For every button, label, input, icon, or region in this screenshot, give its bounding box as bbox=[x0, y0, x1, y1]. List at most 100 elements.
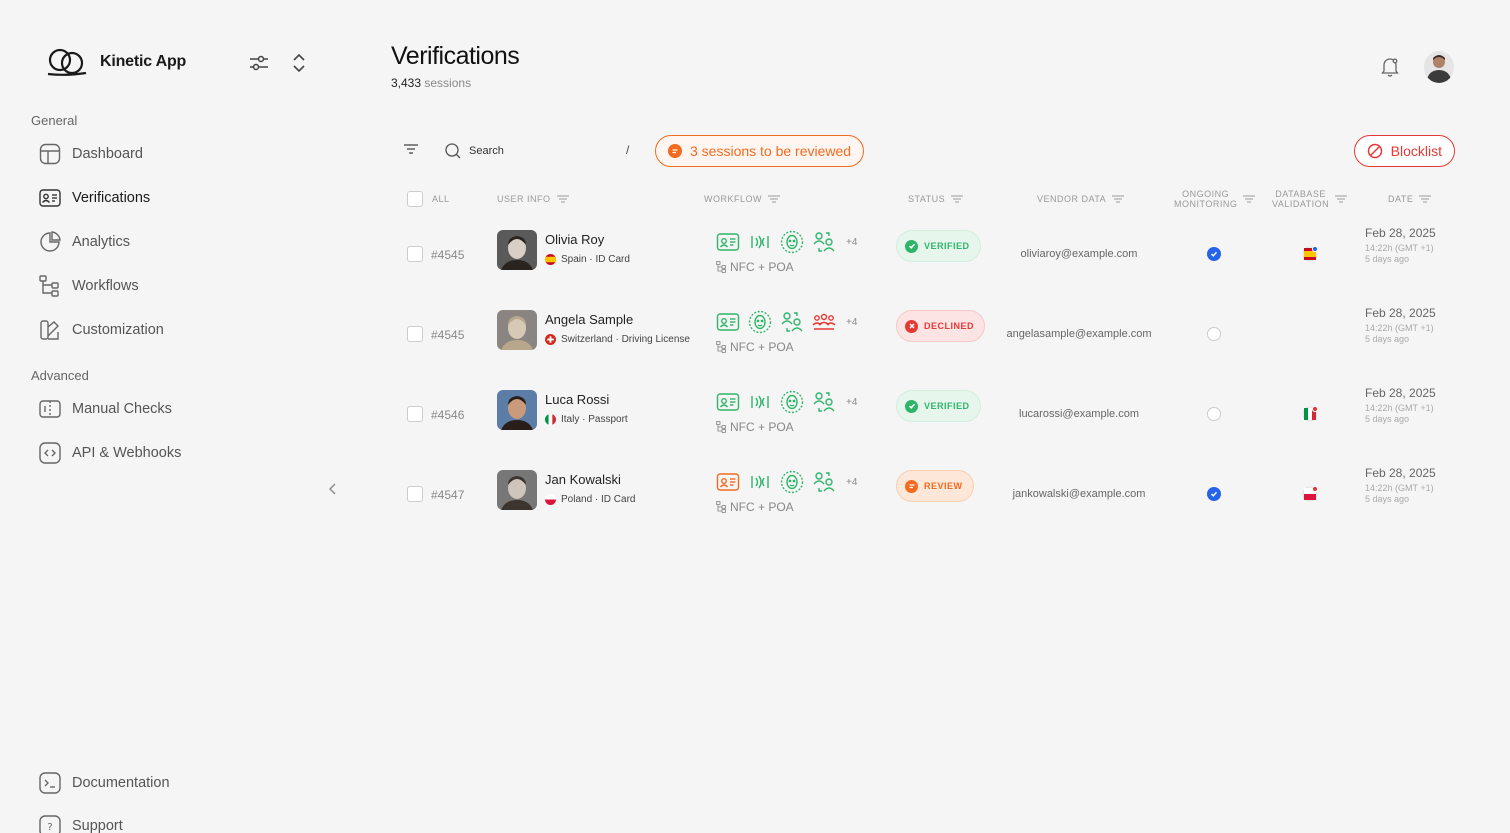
workflow-more-count: +4 bbox=[846, 476, 858, 488]
vendor-data: jankowalski@example.com bbox=[1012, 488, 1146, 500]
workflow-steps[interactable]: +4 bbox=[716, 230, 857, 254]
sidebar-item-label: Workflows bbox=[72, 278, 139, 294]
session-id: #4545 bbox=[431, 328, 465, 342]
palette-icon bbox=[38, 318, 62, 342]
chevron-left-icon bbox=[329, 483, 336, 495]
face-match-icon bbox=[812, 470, 836, 494]
user-name[interactable]: Jan Kowalski bbox=[545, 472, 621, 487]
user-avatar[interactable] bbox=[1424, 51, 1454, 83]
sidebar-item-support[interactable]: ? Support bbox=[38, 813, 123, 833]
workflow-steps[interactable]: +4 bbox=[716, 470, 857, 494]
column-workflow[interactable]: WORKFLOW bbox=[704, 188, 780, 210]
sidebar-item-api-webhooks[interactable]: API & Webhooks bbox=[38, 440, 181, 466]
code-icon bbox=[38, 441, 62, 465]
column-ongoing-monitoring[interactable]: ONGOING MONITORING bbox=[1174, 188, 1256, 210]
user-photo bbox=[497, 310, 537, 350]
column-status-label: STATUS bbox=[908, 194, 946, 204]
session-id: #4545 bbox=[431, 248, 465, 262]
column-database-validation[interactable]: DATABASE VALIDATION bbox=[1272, 188, 1348, 210]
time-value: 14:22h (GMT +1) bbox=[1365, 243, 1434, 253]
search-input[interactable] bbox=[469, 145, 619, 157]
sidebar-item-documentation[interactable]: Documentation bbox=[38, 770, 170, 796]
column-filter-icon bbox=[768, 195, 780, 203]
column-date[interactable]: DATE bbox=[1388, 188, 1432, 210]
column-user-info-label: USER INFO bbox=[497, 194, 551, 204]
monitoring-off-radio[interactable] bbox=[1207, 407, 1221, 421]
table-row[interactable]: #4546 Luca Rossi Italy · Passport +4 NFC… bbox=[407, 375, 1457, 455]
user-document: Poland · ID Card bbox=[545, 494, 635, 505]
workflow-label: NFC + POA bbox=[730, 260, 794, 274]
column-vendor-data-label: VENDOR DATA bbox=[1037, 194, 1107, 204]
document-label: Poland · ID Card bbox=[561, 494, 636, 505]
column-user-info[interactable]: USER INFO bbox=[497, 188, 569, 210]
column-filter-icon bbox=[1419, 195, 1432, 203]
column-filter-icon bbox=[951, 195, 964, 203]
sidebar-item-analytics[interactable]: Analytics bbox=[38, 229, 130, 255]
table-row[interactable]: #4547 Jan Kowalski Poland · ID Card +4 N… bbox=[407, 455, 1457, 535]
x-icon bbox=[905, 319, 918, 333]
collapse-sidebar-button[interactable] bbox=[326, 480, 340, 503]
status-badge[interactable]: DECLINED bbox=[896, 310, 986, 342]
select-all-checkbox[interactable] bbox=[407, 191, 423, 207]
face-match-icon bbox=[812, 390, 836, 414]
pie-chart-icon bbox=[38, 230, 62, 254]
nfc-icon bbox=[748, 230, 772, 254]
monitoring-on-check-icon[interactable] bbox=[1207, 247, 1221, 261]
sidebar: Kinetic App General Dashboard Verificati… bbox=[0, 0, 350, 833]
sidebar-item-manual-checks[interactable]: Manual Checks bbox=[38, 396, 172, 422]
table-row[interactable]: #4545 Olivia Roy Spain · ID Card +4 NFC … bbox=[407, 215, 1457, 295]
notifications-button[interactable] bbox=[1379, 56, 1401, 83]
workflow-steps[interactable]: +4 bbox=[716, 390, 857, 414]
monitoring-on-check-icon[interactable] bbox=[1207, 487, 1221, 501]
date-value: Feb 28, 2025 bbox=[1365, 386, 1436, 400]
sidebar-item-verifications[interactable]: Verifications bbox=[38, 185, 150, 211]
status-badge[interactable]: VERIFIED bbox=[896, 390, 981, 422]
sidebar-item-customization[interactable]: Customization bbox=[38, 317, 164, 343]
monitoring-off-radio[interactable] bbox=[1207, 327, 1221, 341]
workflow-steps[interactable]: +4 bbox=[716, 310, 857, 334]
user-photo bbox=[497, 390, 537, 430]
user-name[interactable]: Angela Sample bbox=[545, 312, 633, 327]
column-status[interactable]: STATUS bbox=[908, 188, 964, 210]
liveness-face-icon bbox=[780, 470, 804, 494]
aml-screening-icon bbox=[812, 310, 836, 334]
sidebar-item-dashboard[interactable]: Dashboard bbox=[38, 141, 143, 167]
table-row[interactable]: #4545 Angela Sample Switzerland · Drivin… bbox=[407, 295, 1457, 375]
date-value: Feb 28, 2025 bbox=[1365, 466, 1436, 480]
manual-check-icon bbox=[38, 397, 62, 421]
sidebar-item-label: Manual Checks bbox=[72, 401, 172, 417]
row-checkbox[interactable] bbox=[407, 486, 423, 502]
row-checkbox[interactable] bbox=[407, 406, 423, 422]
column-ongoing-monitoring-label: ONGOING MONITORING bbox=[1174, 189, 1237, 209]
user-name[interactable]: Luca Rossi bbox=[545, 392, 609, 407]
workflow-name: NFC + POA bbox=[716, 420, 794, 434]
settings-sliders-icon[interactable] bbox=[246, 50, 272, 76]
column-database-validation-label: DATABASE VALIDATION bbox=[1272, 189, 1329, 209]
filter-button[interactable] bbox=[403, 141, 419, 162]
chevron-up-down-icon[interactable] bbox=[286, 50, 312, 76]
user-photo bbox=[497, 470, 537, 510]
sidebar-item-label: Support bbox=[72, 818, 123, 833]
user-name[interactable]: Olivia Roy bbox=[545, 232, 604, 247]
table-toolbar: / 3 sessions to be reviewed Blocklist bbox=[403, 135, 1455, 167]
review-icon bbox=[668, 144, 682, 158]
status-badge[interactable]: VERIFIED bbox=[896, 230, 981, 262]
workflow-more-count: +4 bbox=[846, 236, 858, 248]
workflow-label: NFC + POA bbox=[730, 500, 794, 514]
sessions-to-review-button[interactable]: 3 sessions to be reviewed bbox=[655, 135, 865, 167]
column-vendor-data[interactable]: VENDOR DATA bbox=[1037, 188, 1125, 210]
face-match-icon bbox=[812, 230, 836, 254]
status-badge[interactable]: REVIEW bbox=[896, 470, 974, 502]
select-all: ALL bbox=[407, 188, 450, 210]
row-checkbox[interactable] bbox=[407, 326, 423, 342]
vendor-data: lucarossi@example.com bbox=[1019, 408, 1139, 420]
session-date: Feb 28, 2025 14:22h (GMT +1) 5 days ago bbox=[1365, 386, 1436, 424]
user-document: Switzerland · Driving License bbox=[545, 334, 690, 345]
workflow-name: NFC + POA bbox=[716, 500, 794, 514]
blocklist-button[interactable]: Blocklist bbox=[1353, 135, 1455, 167]
sidebar-item-workflows[interactable]: Workflows bbox=[38, 273, 139, 299]
row-checkbox[interactable] bbox=[407, 246, 423, 262]
workflow-tree-icon bbox=[716, 341, 726, 353]
brand[interactable]: Kinetic App bbox=[46, 46, 186, 78]
workflow-name: NFC + POA bbox=[716, 260, 794, 274]
